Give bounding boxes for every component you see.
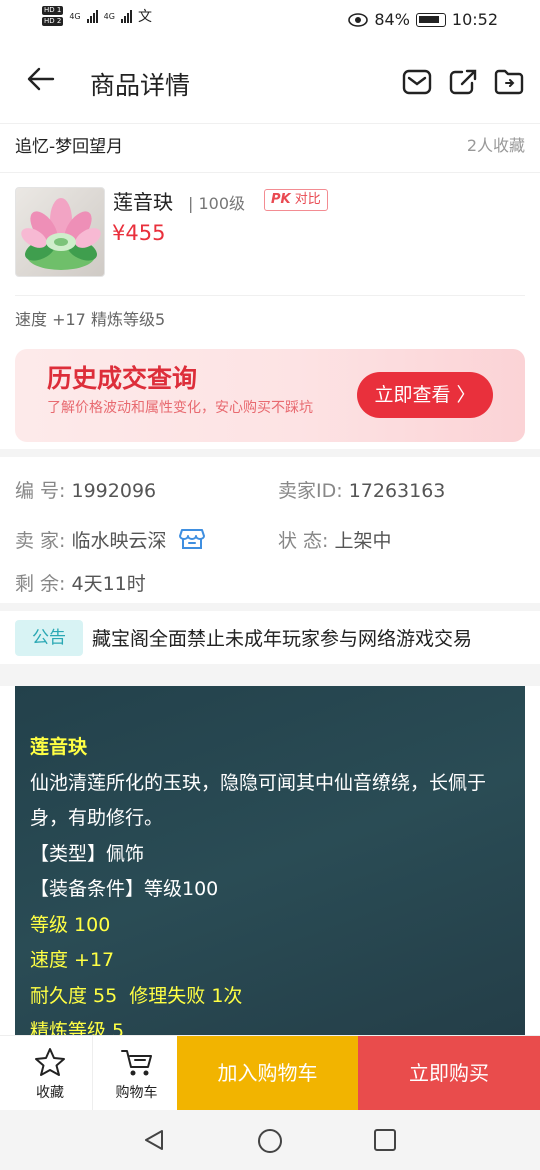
desc-line-refine: 精炼等级 5 [30,1020,125,1036]
shop-icon[interactable] [178,527,205,551]
product-level: | 100级 [188,194,246,213]
id-value: 1992096 [71,480,157,502]
desc-line-requirement: 【装备条件】等级100 [30,878,219,900]
nav-home-icon[interactable] [257,1128,283,1158]
star-icon [35,1048,65,1076]
cart-icon [120,1050,152,1076]
status-row: 状 态: 上架中 [278,526,392,553]
eye-icon [348,12,369,27]
product-image[interactable] [15,187,105,277]
favorite-label: 收藏 [36,1085,64,1101]
header: 商品详情 [0,40,540,124]
hd2-badge: HD 2 [42,17,64,26]
compare-button[interactable]: PK 对比 [264,189,328,211]
status-right: 84% 10:52 [348,10,498,29]
nav-back-icon[interactable] [142,1128,166,1156]
desc-line-type: 【类型】佩饰 [30,842,145,865]
item-description: 莲音玦 仙池清莲所化的玉玦，隐隐可闻其中仙音缭绕，长佩于身，有助修行。 【类型】… [15,686,525,1036]
pk-label: PK [271,192,291,207]
signal-icon [86,9,98,23]
status-label: 状 态: [278,530,329,552]
network-label: 4G [69,11,81,21]
input-method-icon: 文 [137,9,152,25]
status-bar: HD 1 HD 2 4G 4G 文 84% 10:52 [0,0,540,40]
id-row: 编 号: 1992096 [15,476,156,503]
seller-row: 卖 家: 临水映云深 [15,526,205,553]
desc-line-level: 等级 100 [30,913,111,936]
notice-bar[interactable]: 公告 藏宝阁全面禁止未成年玩家参与网络游戏交易 [0,612,540,662]
status-left: HD 1 HD 2 4G 4G 文 [42,6,152,26]
lotus-jade-image [21,198,101,270]
history-title: 历史成交查询 [47,364,198,393]
view-history-button[interactable]: 立即查看 〉 [357,372,493,418]
product-attrs: 速度 +17 精炼等级5 [15,310,166,329]
desc-line-durability: 耐久度 55 修理失败 1次 [30,984,243,1007]
remain-label: 剩 余: [15,573,66,595]
divider [0,172,540,173]
divider [15,295,525,296]
status-value: 上架中 [334,530,392,552]
section-separator [0,449,540,457]
action-bar: 收藏 购物车 加入购物车 立即购买 [0,1035,540,1111]
system-nav-bar [0,1110,540,1170]
server-row: 追忆-梦回望月 2人收藏 [15,132,525,162]
id-label: 编 号: [15,480,66,502]
product-price: ¥455 [112,221,166,245]
section-separator [0,603,540,611]
seller-value[interactable]: 临水映云深 [72,530,167,552]
signal-icon-2 [120,9,132,23]
back-arrow-icon[interactable] [26,64,56,94]
page-title: 商品详情 [90,71,191,100]
battery-icon [415,12,446,27]
server-name: 追忆-梦回望月 [15,137,124,157]
battery-percent: 84% [374,10,410,29]
favorite-count: 2人收藏 [466,136,525,155]
share-icon[interactable] [448,68,478,96]
hd-badges: HD 1 HD 2 [42,6,64,26]
cart-button[interactable]: 购物车 [92,1036,180,1111]
history-banner[interactable]: 历史成交查询 了解价格波动和属性变化，安心购买不踩坑 立即查看 〉 [15,349,525,442]
folder-icon[interactable] [494,68,524,96]
seller-label: 卖 家: [15,530,66,552]
section-separator [0,664,540,686]
product-name: 莲音玦 [113,190,173,214]
remain-row: 剩 余: 4天11时 [15,569,146,596]
clock: 10:52 [451,10,498,29]
buy-now-button[interactable]: 立即购买 [358,1036,540,1111]
notice-text: 藏宝阁全面禁止未成年玩家参与网络游戏交易 [92,628,473,650]
add-to-cart-button[interactable]: 加入购物车 [177,1036,358,1111]
hd1-badge: HD 1 [42,6,64,15]
history-subtitle: 了解价格波动和属性变化，安心购买不踩坑 [47,400,313,416]
nav-recents-icon[interactable] [373,1128,397,1156]
network-label-2: 4G [103,11,115,21]
remain-value: 4天11时 [71,573,146,595]
notice-tag: 公告 [15,620,83,656]
seller-id-row: 卖家ID: 17263163 [278,476,445,503]
compare-label: 对比 [294,192,321,207]
cart-label: 购物车 [115,1085,158,1101]
seller-id-label: 卖家ID: [278,480,343,502]
desc-line-title: 莲音玦 [30,736,88,758]
desc-line-flavor: 仙池清莲所化的玉玦，隐隐可闻其中仙音缭绕，长佩于身，有助修行。 [30,771,487,830]
favorite-button[interactable]: 收藏 [6,1036,94,1111]
desc-line-speed: 速度 +17 [30,949,115,971]
header-actions [402,68,524,96]
message-icon[interactable] [402,68,432,96]
seller-id-value: 17263163 [348,480,446,502]
